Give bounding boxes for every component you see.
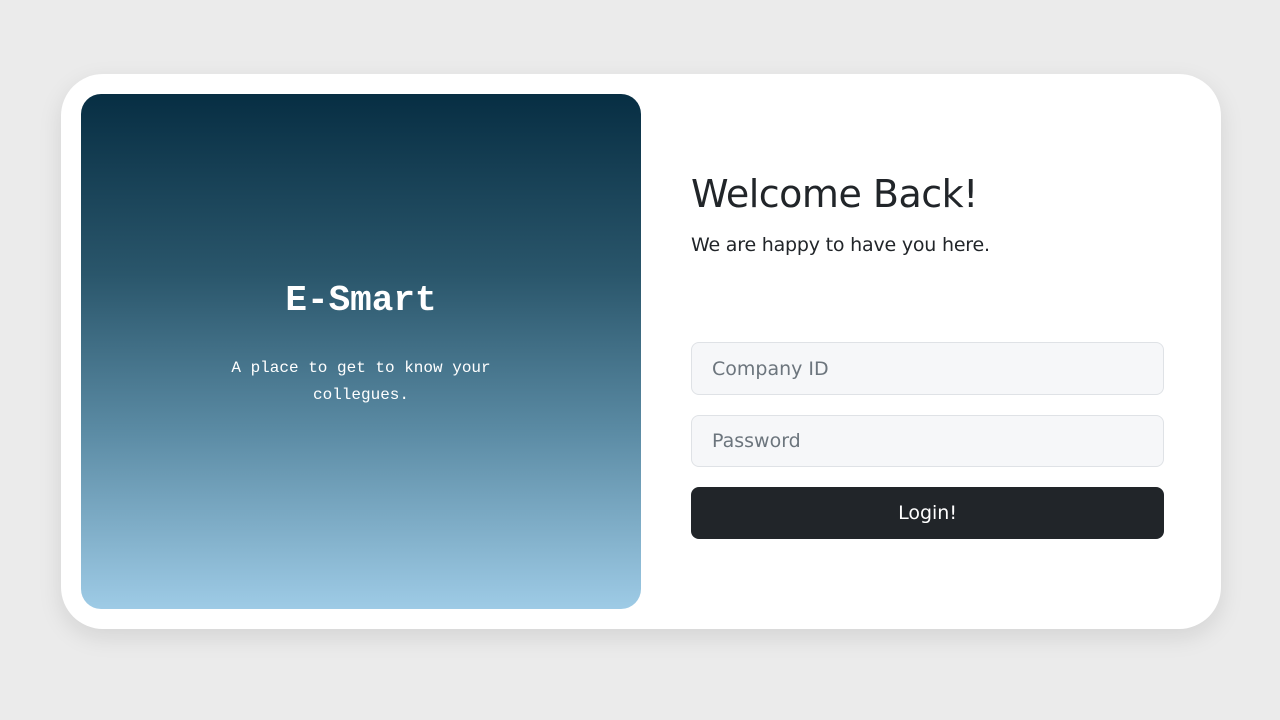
login-card: E-Smart A place to get to know your coll… — [61, 74, 1221, 629]
company-id-input[interactable] — [691, 342, 1164, 395]
welcome-subtitle: We are happy to have you here. — [691, 234, 990, 256]
login-form: Welcome Back! We are happy to have you h… — [691, 74, 1164, 629]
brand-title: E-Smart — [285, 280, 437, 321]
welcome-title: Welcome Back! — [691, 172, 978, 216]
brand-tagline: A place to get to know your collegues. — [231, 359, 491, 404]
password-input[interactable] — [691, 415, 1164, 467]
hero-panel: E-Smart A place to get to know your coll… — [81, 94, 641, 609]
login-button[interactable]: Login! — [691, 487, 1164, 539]
